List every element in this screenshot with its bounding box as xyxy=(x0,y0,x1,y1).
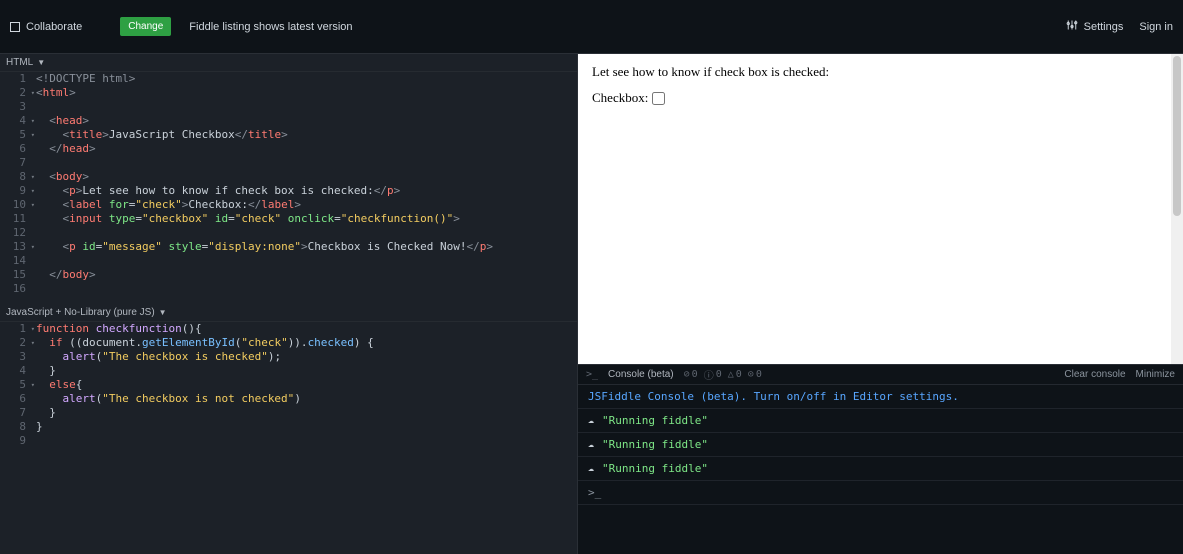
chevron-down-icon: ▼ xyxy=(37,58,45,67)
line-number: 8 xyxy=(0,420,36,434)
change-button[interactable]: Change xyxy=(120,17,171,36)
log-icon: ⊙ xyxy=(748,369,754,380)
output-column: Let see how to know if check box is chec… xyxy=(578,54,1183,554)
line-number: 6 xyxy=(0,142,36,156)
editor-column: HTML ▼ 1<!DOCTYPE html> 2▾<html> 3 4▾ <h… xyxy=(0,54,578,554)
scrollbar-thumb[interactable] xyxy=(1173,56,1181,216)
line-number: 9▾ xyxy=(0,184,36,198)
listing-status-text: Fiddle listing shows latest version xyxy=(189,21,352,33)
line-number: 2▾ xyxy=(0,86,36,100)
line-number: 7 xyxy=(0,156,36,170)
preview-scrollbar[interactable] xyxy=(1171,54,1183,364)
line-number: 14 xyxy=(0,254,36,268)
console-log: "Running fiddle" xyxy=(602,414,708,427)
line-number: 10▾ xyxy=(0,198,36,212)
line-number: 11 xyxy=(0,212,36,226)
console-counters: ⊘0 ⓘ0 △0 ⊙0 xyxy=(684,367,762,382)
line-number: 1▾ xyxy=(0,322,36,336)
line-number: 2▾ xyxy=(0,336,36,350)
collaborate-icon xyxy=(10,22,20,32)
topbar: Collaborate Change Fiddle listing shows … xyxy=(0,0,1183,54)
line-number: 1 xyxy=(0,72,36,86)
line-number: 15 xyxy=(0,268,36,282)
line-number: 5▾ xyxy=(0,378,36,392)
line-number: 3 xyxy=(0,100,36,114)
cloud-icon: ☁ xyxy=(588,439,594,450)
html-pane-label: HTML xyxy=(6,57,33,68)
line-number: 13▾ xyxy=(0,240,36,254)
line-number: 16 xyxy=(0,282,36,296)
main-split: HTML ▼ 1<!DOCTYPE html> 2▾<html> 3 4▾ <h… xyxy=(0,54,1183,554)
console-log: "Running fiddle" xyxy=(602,462,708,475)
line-number: 7 xyxy=(0,406,36,420)
js-pane-label: JavaScript + No-Library (pure JS) xyxy=(6,307,155,318)
cloud-icon: ☁ xyxy=(588,415,594,426)
console-prompt[interactable]: >_ xyxy=(588,486,601,499)
html-pane-header[interactable]: HTML ▼ xyxy=(0,54,577,72)
line-number: 6 xyxy=(0,392,36,406)
line-number: 4 xyxy=(0,364,36,378)
line-number: 8▾ xyxy=(0,170,36,184)
line-number: 12 xyxy=(0,226,36,240)
console-header: >_ Console (beta) ⊘0 ⓘ0 △0 ⊙0 Clear cons… xyxy=(578,365,1183,385)
js-editor[interactable]: 1▾function checkfunction(){ 2▾ if ((docu… xyxy=(0,322,577,554)
line-number: 4▾ xyxy=(0,114,36,128)
info-icon: ⓘ xyxy=(704,367,714,382)
sign-in-button[interactable]: Sign in xyxy=(1139,21,1173,33)
sliders-icon xyxy=(1066,19,1078,34)
line-number: 9 xyxy=(0,434,36,448)
warning-icon: △ xyxy=(728,369,734,380)
checkbox-label: Checkbox: xyxy=(592,90,648,106)
error-icon: ⊘ xyxy=(684,369,690,380)
line-number: 3 xyxy=(0,350,36,364)
console-info-message: JSFiddle Console (beta). Turn on/off in … xyxy=(588,390,959,403)
console-body[interactable]: JSFiddle Console (beta). Turn on/off in … xyxy=(578,385,1183,554)
cloud-icon: ☁ xyxy=(588,463,594,474)
console-title: Console (beta) xyxy=(608,369,674,380)
settings-label: Settings xyxy=(1084,21,1124,33)
minimize-console-button[interactable]: Minimize xyxy=(1136,369,1175,380)
prompt-icon: >_ xyxy=(586,369,598,380)
settings-button[interactable]: Settings xyxy=(1066,19,1124,34)
collaborate-button[interactable]: Collaborate xyxy=(10,21,82,33)
preview-text: Let see how to know if check box is chec… xyxy=(592,64,1169,80)
result-preview[interactable]: Let see how to know if check box is chec… xyxy=(578,54,1183,365)
console-log: "Running fiddle" xyxy=(602,438,708,451)
collaborate-label: Collaborate xyxy=(26,21,82,33)
preview-checkbox[interactable] xyxy=(652,92,665,105)
html-editor[interactable]: 1<!DOCTYPE html> 2▾<html> 3 4▾ <head> 5▾… xyxy=(0,72,577,304)
line-number: 5▾ xyxy=(0,128,36,142)
clear-console-button[interactable]: Clear console xyxy=(1064,369,1125,380)
js-pane-header[interactable]: JavaScript + No-Library (pure JS) ▼ xyxy=(0,304,577,322)
chevron-down-icon: ▼ xyxy=(159,308,167,317)
